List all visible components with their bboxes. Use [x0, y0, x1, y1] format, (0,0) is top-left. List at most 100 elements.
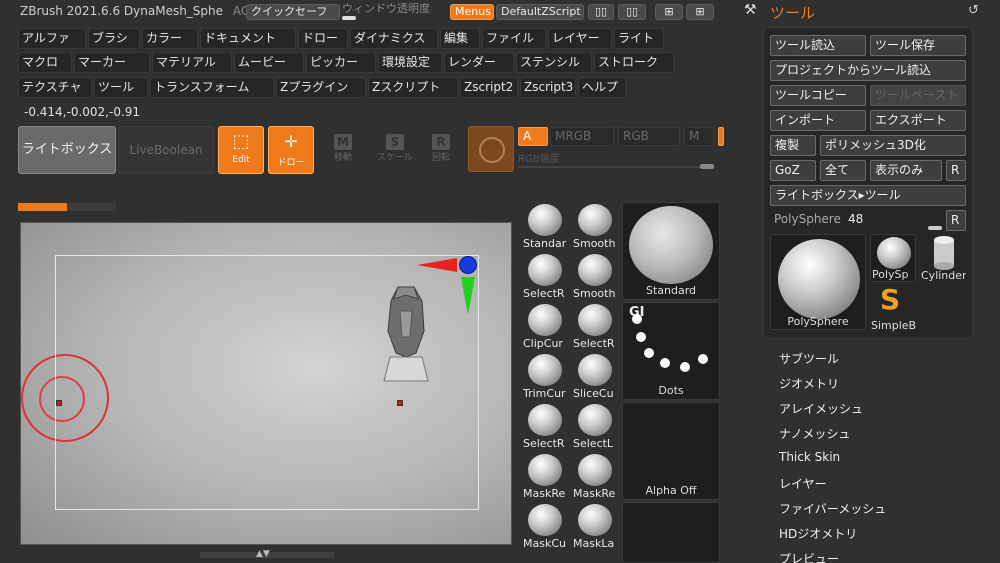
subpalette-item[interactable]: Thick Skin: [779, 450, 840, 464]
rgb-intensity-slider[interactable]: RGB強度: [518, 150, 714, 172]
brush-thumb[interactable]: SelectR: [522, 402, 568, 450]
menu-item[interactable]: Zプラグイン: [276, 77, 366, 98]
menu-item[interactable]: Zscript3: [520, 77, 576, 98]
mode-m-button[interactable]: M: [684, 127, 714, 146]
brush-thumb[interactable]: Standar: [522, 202, 568, 250]
brush-thumb[interactable]: Smooth: [572, 202, 618, 250]
load-tool-button[interactable]: ツール読込: [770, 35, 866, 56]
menu-item[interactable]: マテリアル: [152, 52, 232, 73]
brush-thumb[interactable]: MaskLa: [572, 502, 618, 550]
default-zscript-button[interactable]: DefaultZScript: [496, 4, 584, 20]
tool-slider-handle[interactable]: [928, 226, 942, 230]
layout-icon-4[interactable]: ⊞: [686, 4, 714, 20]
transparency-handle[interactable]: [342, 16, 356, 20]
rgb-intensity-handle[interactable]: [700, 164, 714, 169]
layout-icon-3[interactable]: ⊞: [655, 4, 683, 20]
tool-thumb-cylinder[interactable]: Cylinder: [920, 234, 966, 282]
subpalette-item[interactable]: HDジオメトリ: [779, 525, 857, 542]
brush-thumb[interactable]: Smooth: [572, 252, 618, 300]
import-button[interactable]: インポート: [770, 110, 866, 131]
menu-item[interactable]: アルファ: [18, 28, 86, 49]
subpalette-item[interactable]: レイヤー: [779, 475, 827, 492]
layout-icon-1[interactable]: ▯▯: [588, 4, 614, 20]
menu-item[interactable]: ドロー: [298, 28, 348, 49]
menu-item[interactable]: マーカー: [74, 52, 150, 73]
menu-item[interactable]: レイヤー: [548, 28, 612, 49]
rotate-button[interactable]: R 回転: [420, 134, 462, 174]
goz-r-button[interactable]: R: [946, 160, 966, 181]
menus-toggle[interactable]: Menus: [450, 4, 494, 20]
subpalette-item[interactable]: サブツール: [779, 350, 839, 367]
menu-item[interactable]: ステンシル: [516, 52, 592, 73]
brush-thumb[interactable]: MaskRe: [522, 452, 568, 500]
transparency-slider[interactable]: ウィンドウ透明度: [342, 3, 446, 21]
edit-button[interactable]: ⬚ Edit: [218, 126, 264, 174]
lightbox-button[interactable]: ライトボックス: [18, 126, 116, 174]
menu-item[interactable]: ダイナミクス: [350, 28, 438, 49]
menu-item[interactable]: ライト: [614, 28, 664, 49]
copy-tool-button[interactable]: ツールコピー: [770, 85, 866, 106]
goz-visible-button[interactable]: 表示のみ: [870, 160, 942, 181]
goz-all-button[interactable]: 全て: [820, 160, 866, 181]
menu-item[interactable]: 編集: [440, 28, 480, 49]
move-button[interactable]: M 移動: [322, 134, 364, 174]
brush-thumb[interactable]: MaskCu: [522, 502, 568, 550]
brush-thumb[interactable]: ClipCur: [522, 302, 568, 350]
brush-thumb[interactable]: TrimCur: [522, 352, 568, 400]
menu-item[interactable]: ツール: [94, 77, 148, 98]
tool-r-button[interactable]: R: [946, 210, 966, 231]
mode-extra-button[interactable]: [718, 127, 724, 146]
reset-icon[interactable]: ↺: [968, 3, 979, 18]
menu-item[interactable]: ストローク: [594, 52, 674, 73]
subpalette-item[interactable]: ジオメトリ: [779, 375, 839, 392]
standard-brush-preview[interactable]: Standard: [622, 202, 720, 300]
menu-item[interactable]: マクロ: [18, 52, 72, 73]
quicksave-button[interactable]: クイックセーフ: [246, 4, 340, 20]
layout-icon-2[interactable]: ▯▯: [618, 4, 646, 20]
tool-thumb-polysphere[interactable]: PolySp: [870, 234, 916, 282]
subpalette-item[interactable]: プレビュー: [779, 550, 839, 563]
draw-button[interactable]: ✛ ドロー: [268, 126, 314, 174]
polymesh3d-button[interactable]: ポリメッシュ3D化: [820, 135, 966, 156]
material-sphere-icon[interactable]: [468, 126, 514, 172]
brush-thumb[interactable]: SliceCu: [572, 352, 618, 400]
duplicate-button[interactable]: 複製: [770, 135, 816, 156]
load-from-project-button[interactable]: プロジェクトからツール読込: [770, 60, 966, 81]
menu-item[interactable]: ヘルプ: [578, 77, 626, 98]
menu-item[interactable]: ムービー: [234, 52, 304, 73]
menu-item[interactable]: Zscript2: [460, 77, 518, 98]
menu-item[interactable]: ファイル: [482, 28, 546, 49]
subpalette-item[interactable]: ナノメッシュ: [779, 425, 850, 442]
menu-item[interactable]: ピッカー: [306, 52, 376, 73]
mode-mrgb-button[interactable]: MRGB: [550, 127, 614, 146]
mode-a-button[interactable]: A: [518, 127, 548, 146]
mode-rgb-button[interactable]: RGB: [618, 127, 680, 146]
paste-tool-button[interactable]: ツールペースト: [870, 85, 966, 106]
menu-item[interactable]: ブラシ: [88, 28, 140, 49]
export-button[interactable]: エクスポート: [870, 110, 966, 131]
live-boolean-button[interactable]: LiveBoolean: [118, 126, 214, 174]
texture-preview[interactable]: [622, 502, 720, 563]
tool-thumb-simplebrush[interactable]: S SimpleB: [870, 284, 916, 332]
stroke-preview[interactable]: GI Dots: [622, 302, 720, 400]
brush-thumb[interactable]: SelectL: [572, 402, 618, 450]
tool-thumb-polysphere-large[interactable]: PolySphere: [770, 234, 866, 330]
subpalette-item[interactable]: ファイバーメッシュ: [779, 500, 886, 517]
lightbox-tool-button[interactable]: ライトボックス▸ツール: [770, 185, 966, 206]
menu-item[interactable]: カラー: [142, 28, 198, 49]
brush-thumb[interactable]: SelectR: [572, 302, 618, 350]
scale-button[interactable]: S スケール: [374, 134, 416, 174]
menu-item[interactable]: トランスフォーム: [150, 77, 274, 98]
menu-item[interactable]: Zスクリプト: [368, 77, 458, 98]
goz-button[interactable]: GoZ: [770, 160, 816, 181]
chevron-up-down-icon[interactable]: ▲▼: [256, 549, 270, 559]
brush-thumb[interactable]: SelectR: [522, 252, 568, 300]
save-tool-button[interactable]: ツール保存: [870, 35, 966, 56]
menu-item[interactable]: 環境設定: [378, 52, 442, 73]
brush-thumb[interactable]: MaskRe: [572, 452, 618, 500]
alpha-preview[interactable]: Alpha Off: [622, 402, 720, 500]
menu-item[interactable]: ドキュメント: [200, 28, 296, 49]
menu-item[interactable]: テクスチャ: [18, 77, 92, 98]
subpalette-item[interactable]: アレイメッシュ: [779, 400, 863, 417]
menu-item[interactable]: レンダー: [444, 52, 514, 73]
